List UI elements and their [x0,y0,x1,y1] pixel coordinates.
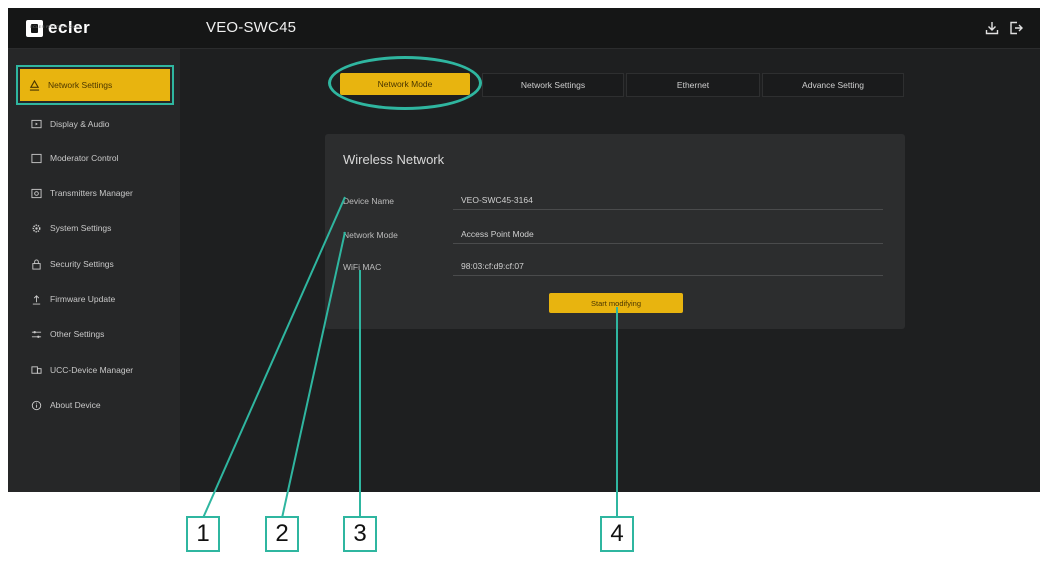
app-window: ecler ECLER PROFESSIONAL VEO-SWC45 Netwo… [8,8,1040,492]
sidebar-item-display-audio[interactable]: Display & Audio [22,113,172,135]
sidebar-item-label: Network Settings [48,80,113,90]
moderator-icon [31,153,42,163]
callout-label-4: 4 [600,516,634,552]
sidebar: Network Settings Display & Audio Moderat… [8,49,180,492]
sidebar-item-label: Firmware Update [50,294,116,304]
tab-ethernet[interactable]: Ethernet [626,73,760,97]
sidebar-item-label: Other Settings [50,329,105,339]
device-name-label: Device Name [343,196,395,206]
card-title: Wireless Network [343,152,445,167]
transmitter-icon [31,188,42,198]
tab-network-mode[interactable]: Network Mode [340,73,470,95]
sidebar-item-other-settings[interactable]: Other Settings [22,323,172,345]
tab-advance-setting[interactable]: Advance Setting [762,73,904,97]
sidebar-item-about-device[interactable]: About Device [22,394,172,416]
sidebar-item-security-settings[interactable]: Security Settings [22,253,172,275]
sidebar-item-moderator-control[interactable]: Moderator Control [22,147,172,169]
display-icon [31,119,42,128]
top-bar: ecler ECLER PROFESSIONAL VEO-SWC45 [8,8,1040,49]
tab-network-settings[interactable]: Network Settings [482,73,624,97]
logout-icon[interactable] [1008,20,1024,36]
sidebar-item-label: Transmitters Manager [50,188,133,198]
sidebar-item-label: Display & Audio [50,119,110,129]
wifi-mac-field: 98:03:cf:d9:cf:07 [453,256,883,276]
wifi-mac-label: WiFi MAC [343,262,382,272]
logo-subtitle: ECLER PROFESSIONAL [30,24,81,29]
network-mode-label: Network Mode [343,230,398,240]
upload-icon [32,294,41,305]
device-title: VEO-SWC45 [206,19,297,36]
sidebar-item-label: Moderator Control [50,153,119,163]
sidebar-item-label: About Device [50,400,101,410]
sidebar-item-ucc-device-manager[interactable]: UCC-Device Manager [22,359,172,381]
wireless-network-card: Wireless Network Device Name VEO-SWC45-3… [325,134,905,329]
network-icon [29,79,40,91]
device-manager-icon [31,365,42,374]
start-modifying-button[interactable]: Start modifying [549,293,683,313]
callout-label-3: 3 [343,516,377,552]
gear-icon [32,224,41,232]
device-name-field[interactable]: VEO-SWC45-3164 [453,190,883,210]
sidebar-item-firmware-update[interactable]: Firmware Update [22,288,172,310]
sidebar-item-network-settings[interactable]: Network Settings [16,65,174,105]
main-content: Network Mode Network Settings Ethernet A… [180,49,1040,492]
lock-icon [32,258,41,270]
sidebar-item-label: System Settings [50,223,112,233]
callout-label-1: 1 [186,516,220,552]
network-mode-field[interactable]: Access Point Mode [453,224,883,244]
sliders-icon [31,330,42,338]
callout-label-2: 2 [265,516,299,552]
download-icon[interactable] [984,20,1000,36]
sidebar-item-label: Security Settings [50,259,114,269]
sidebar-item-system-settings[interactable]: System Settings [22,217,172,239]
sidebar-item-transmitters-manager[interactable]: Transmitters Manager [22,182,172,204]
info-icon [31,400,42,410]
sidebar-item-label: UCC-Device Manager [50,365,134,375]
